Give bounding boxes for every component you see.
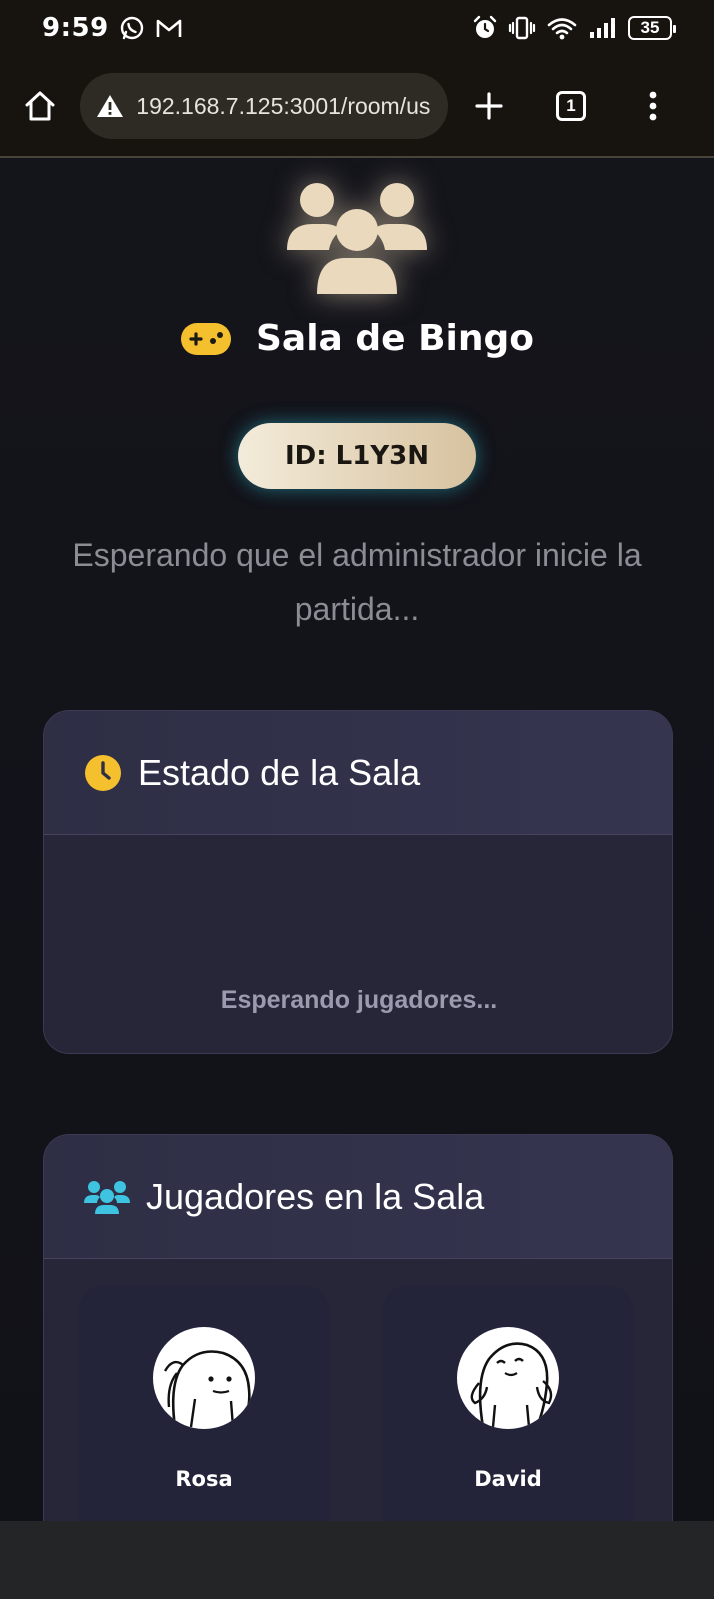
- browser-toolbar: 192.168.7.125:3001/room/us 1: [0, 56, 714, 158]
- tab-switcher-button[interactable]: 1: [530, 76, 612, 136]
- room-status-title: Estado de la Sala: [138, 751, 421, 793]
- flork-avatar-icon: [470, 1342, 553, 1428]
- clock-icon: [85, 754, 121, 791]
- whatsapp-icon: [120, 16, 143, 40]
- browser-actions: 1: [448, 76, 694, 136]
- users-icon: [84, 1180, 130, 1214]
- avatar: [153, 1327, 255, 1429]
- browser-menu-button[interactable]: [612, 76, 694, 136]
- gamepad-icon: [180, 322, 231, 355]
- flork-avatar-icon: [163, 1350, 251, 1428]
- new-tab-button[interactable]: [448, 76, 530, 136]
- players-header: Jugadores en la Sala: [44, 1135, 672, 1259]
- page-title: Sala de Bingo: [255, 318, 534, 359]
- room-status-card: Estado de la Sala Esperando jugadores...: [43, 710, 673, 1054]
- players-card: Jugadores en la Sala Rosa David: [43, 1134, 673, 1521]
- users-icon: [287, 183, 427, 294]
- player-card: David: [383, 1285, 633, 1521]
- home-button[interactable]: [20, 85, 60, 127]
- player-list: Rosa David: [79, 1285, 633, 1521]
- more-vertical-icon: [649, 91, 657, 121]
- address-bar[interactable]: 192.168.7.125:3001/room/us: [80, 73, 448, 139]
- warning-icon: [97, 95, 124, 117]
- tab-count: 1: [556, 91, 586, 121]
- wifi-icon: [547, 18, 577, 40]
- waiting-message: Esperando que el administrador inicie la…: [72, 537, 642, 627]
- status-left: 9:59: [42, 13, 183, 43]
- player-card: Rosa: [79, 1285, 329, 1521]
- status-right: 35: [472, 15, 676, 41]
- vibrate-icon: [508, 16, 536, 40]
- room-title-row: Sala de Bingo: [0, 318, 714, 359]
- home-icon: [25, 91, 55, 121]
- system-navigation-bar: [0, 1521, 714, 1599]
- status-bar: 9:59 35: [0, 0, 714, 56]
- room-id-badge: ID: L1Y3N: [238, 423, 476, 489]
- room-status-header: Estado de la Sala: [44, 711, 672, 835]
- url-text: 192.168.7.125:3001/room/us: [136, 92, 431, 119]
- plus-icon: [475, 92, 503, 120]
- players-title: Jugadores en la Sala: [146, 1175, 485, 1217]
- player-name: Rosa: [175, 1467, 233, 1491]
- alarm-icon: [473, 15, 497, 38]
- signal-icon: [590, 18, 615, 38]
- room-status-text: Esperando jugadores...: [220, 986, 498, 1014]
- player-name: David: [474, 1467, 542, 1491]
- battery-indicator: 35: [628, 16, 676, 40]
- status-time: 9:59: [42, 13, 109, 43]
- page-content: Sala de Bingo ID: L1Y3N Esperando que el…: [0, 158, 714, 1521]
- avatar: [457, 1327, 559, 1429]
- gmail-icon: [156, 19, 181, 37]
